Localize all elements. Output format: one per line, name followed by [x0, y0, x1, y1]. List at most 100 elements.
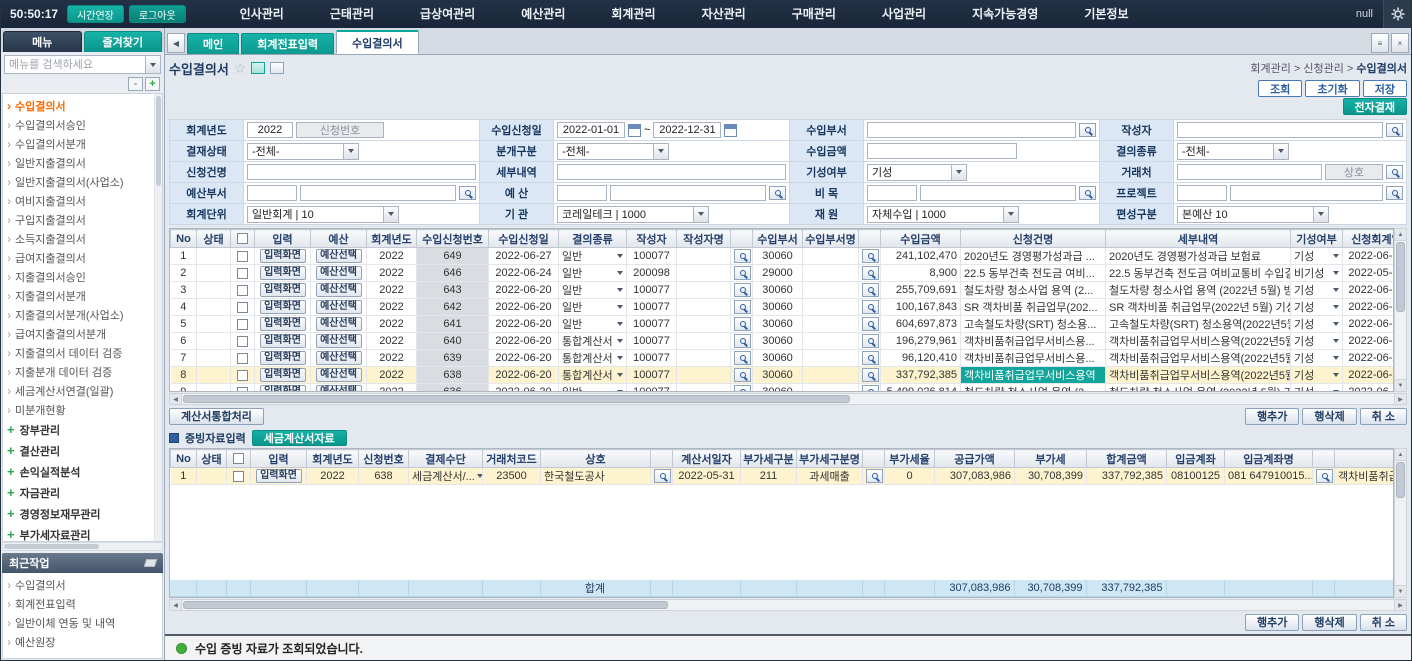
- project-name-input[interactable]: [1230, 185, 1383, 201]
- horizontal-scrollbar[interactable]: ◀ ▶: [169, 393, 1407, 405]
- top-menu-item[interactable]: 지속가능경영: [949, 0, 1061, 28]
- acct-date-cell[interactable]: 2022-06-20: [1343, 316, 1395, 333]
- tree-item[interactable]: › 수입결의서: [7, 96, 152, 115]
- expense-item-code-input[interactable]: [867, 185, 917, 201]
- budget-select-button[interactable]: 예산선택: [316, 317, 362, 331]
- screen-info-icon[interactable]: [270, 62, 284, 74]
- request-no-cell[interactable]: 646: [417, 265, 489, 282]
- budget-select-button[interactable]: 예산선택: [316, 334, 362, 348]
- decision-type-cell[interactable]: 일반: [559, 248, 627, 265]
- dept-name-cell[interactable]: [803, 282, 859, 299]
- input-screen-button[interactable]: 입력화면: [260, 317, 306, 331]
- search-button[interactable]: [862, 249, 879, 263]
- budget-search-button[interactable]: [769, 186, 786, 200]
- writer-search-cell[interactable]: [731, 367, 753, 384]
- amount-cell[interactable]: 604,697,873: [881, 316, 961, 333]
- search-button[interactable]: [734, 283, 751, 297]
- input-screen-button[interactable]: 입력화면: [260, 368, 306, 382]
- detail-cell[interactable]: 객차비품취급업무서비스용역(2022년5월) 기성: [1106, 367, 1291, 384]
- calendar-icon[interactable]: [724, 124, 737, 137]
- search-button[interactable]: [734, 351, 751, 365]
- dept-cell[interactable]: 30060: [753, 350, 803, 367]
- amount-cell[interactable]: 196,279,961: [881, 333, 961, 350]
- amount-cell[interactable]: 241,102,470: [881, 248, 961, 265]
- completion-cell[interactable]: 기성: [1291, 248, 1343, 265]
- writer-name-cell[interactable]: [677, 367, 731, 384]
- expense-item-name-input[interactable]: [920, 185, 1076, 201]
- select-all-header[interactable]: [227, 450, 251, 468]
- tree-item[interactable]: › 지출결의서 데이터 검증: [7, 343, 152, 362]
- input-screen-cell[interactable]: 입력화면: [255, 333, 311, 350]
- dept-name-cell[interactable]: [803, 248, 859, 265]
- decision-type-cell[interactable]: 일반: [559, 316, 627, 333]
- income-amount-input[interactable]: [867, 143, 1017, 159]
- search-button[interactable]: [734, 266, 751, 280]
- row-checkbox[interactable]: [237, 370, 248, 381]
- budget-dept-code-input[interactable]: [247, 185, 297, 201]
- request-date-cell[interactable]: 2022-06-27: [489, 248, 559, 265]
- grid-row[interactable]: 6 입력화면 예산선택 2022 640 2022-06-20 통합계산서: [171, 333, 1395, 350]
- writer-cell[interactable]: 100077: [627, 384, 677, 393]
- top-menu-item[interactable]: 근태관리: [307, 0, 397, 28]
- input-screen-cell[interactable]: 입력화면: [255, 265, 311, 282]
- vat-search-cell[interactable]: [863, 468, 885, 485]
- fiscal-year-cell[interactable]: 2022: [307, 468, 359, 485]
- completion-cell[interactable]: 기성: [1291, 350, 1343, 367]
- search-button[interactable]: [862, 283, 879, 297]
- select-all-checkbox[interactable]: [233, 453, 244, 464]
- tree-group[interactable]: + 자금관리: [7, 482, 152, 503]
- row-checkbox[interactable]: [237, 387, 248, 392]
- expense-item-search-button[interactable]: [1079, 186, 1096, 200]
- fiscal-year-cell[interactable]: 2022: [367, 384, 417, 393]
- tab-list-button[interactable]: ≡: [1371, 33, 1389, 53]
- project-search-button[interactable]: [1386, 186, 1403, 200]
- settings-button[interactable]: [1383, 0, 1411, 28]
- vendor-name-cell[interactable]: 한국철도공사: [541, 468, 651, 485]
- request-title-cell[interactable]: 고속철도차량(SRT) 청소용...: [961, 316, 1106, 333]
- writer-cell[interactable]: 100077: [627, 316, 677, 333]
- logout-button[interactable]: 로그아웃: [129, 5, 186, 23]
- writer-name-cell[interactable]: [677, 265, 731, 282]
- dept-cell[interactable]: 30060: [753, 282, 803, 299]
- writer-cell[interactable]: 200098: [627, 265, 677, 282]
- collapse-all-button[interactable]: -: [128, 77, 143, 91]
- grid-row[interactable]: 7 입력화면 예산선택 2022 639 2022-06-20 통합계산서: [171, 350, 1395, 367]
- grid-row[interactable]: 1 입력화면 예산선택 2022 649 2022-06-27 일반: [171, 248, 1395, 265]
- cancel-button[interactable]: 취 소: [1360, 614, 1407, 631]
- row-checkbox[interactable]: [237, 285, 248, 296]
- decision-type-cell[interactable]: 통합계산서: [559, 350, 627, 367]
- search-button[interactable]: [866, 469, 883, 483]
- request-title-cell[interactable]: 2020년도 경영평가성과급 ...: [961, 248, 1106, 265]
- expand-plus-icon[interactable]: +: [7, 444, 15, 457]
- budget-select-cell[interactable]: 예산선택: [311, 248, 367, 265]
- writer-search-cell[interactable]: [731, 350, 753, 367]
- tab-scroll-left-button[interactable]: ◀: [167, 33, 185, 53]
- fiscal-year-cell[interactable]: 2022: [367, 299, 417, 316]
- input-screen-cell[interactable]: 입력화면: [255, 282, 311, 299]
- budget-select-cell[interactable]: 예산선택: [311, 265, 367, 282]
- acct-date-cell[interactable]: 2022-06-27: [1343, 248, 1395, 265]
- tree-group[interactable]: + 장부관리: [7, 419, 152, 440]
- dept-search-cell[interactable]: [859, 367, 881, 384]
- dept-search-cell[interactable]: [859, 350, 881, 367]
- scrollbar-thumb[interactable]: [1396, 462, 1405, 498]
- plan-type-select[interactable]: 본예산 10: [1177, 206, 1329, 223]
- tab[interactable]: 메인: [187, 33, 239, 54]
- input-screen-button[interactable]: 입력화면: [260, 334, 306, 348]
- grid-row[interactable]: 5 입력화면 예산선택 2022 641 2022-06-20 일반: [171, 316, 1395, 333]
- input-screen-button[interactable]: 입력화면: [260, 385, 306, 392]
- search-button[interactable]: [734, 368, 751, 382]
- tree-item[interactable]: › 지출결의서승인: [7, 267, 152, 286]
- request-date-cell[interactable]: 2022-06-20: [489, 282, 559, 299]
- tree-group[interactable]: + 결산관리: [7, 440, 152, 461]
- scroll-down-arrow[interactable]: ▼: [1395, 585, 1406, 597]
- tree-item[interactable]: › 지출분개 데이터 검증: [7, 362, 152, 381]
- writer-name-cell[interactable]: [677, 333, 731, 350]
- budget-code-input[interactable]: [557, 185, 607, 201]
- dept-cell[interactable]: 30060: [753, 367, 803, 384]
- budget-select-cell[interactable]: 예산선택: [311, 316, 367, 333]
- writer-name-cell[interactable]: [677, 384, 731, 393]
- request-date-cell[interactable]: 2022-06-20: [489, 367, 559, 384]
- request-date-cell[interactable]: 2022-06-20: [489, 316, 559, 333]
- grid-row[interactable]: 8 입력화면 예산선택 2022 638 2022-06-20 통합계산서: [171, 367, 1395, 384]
